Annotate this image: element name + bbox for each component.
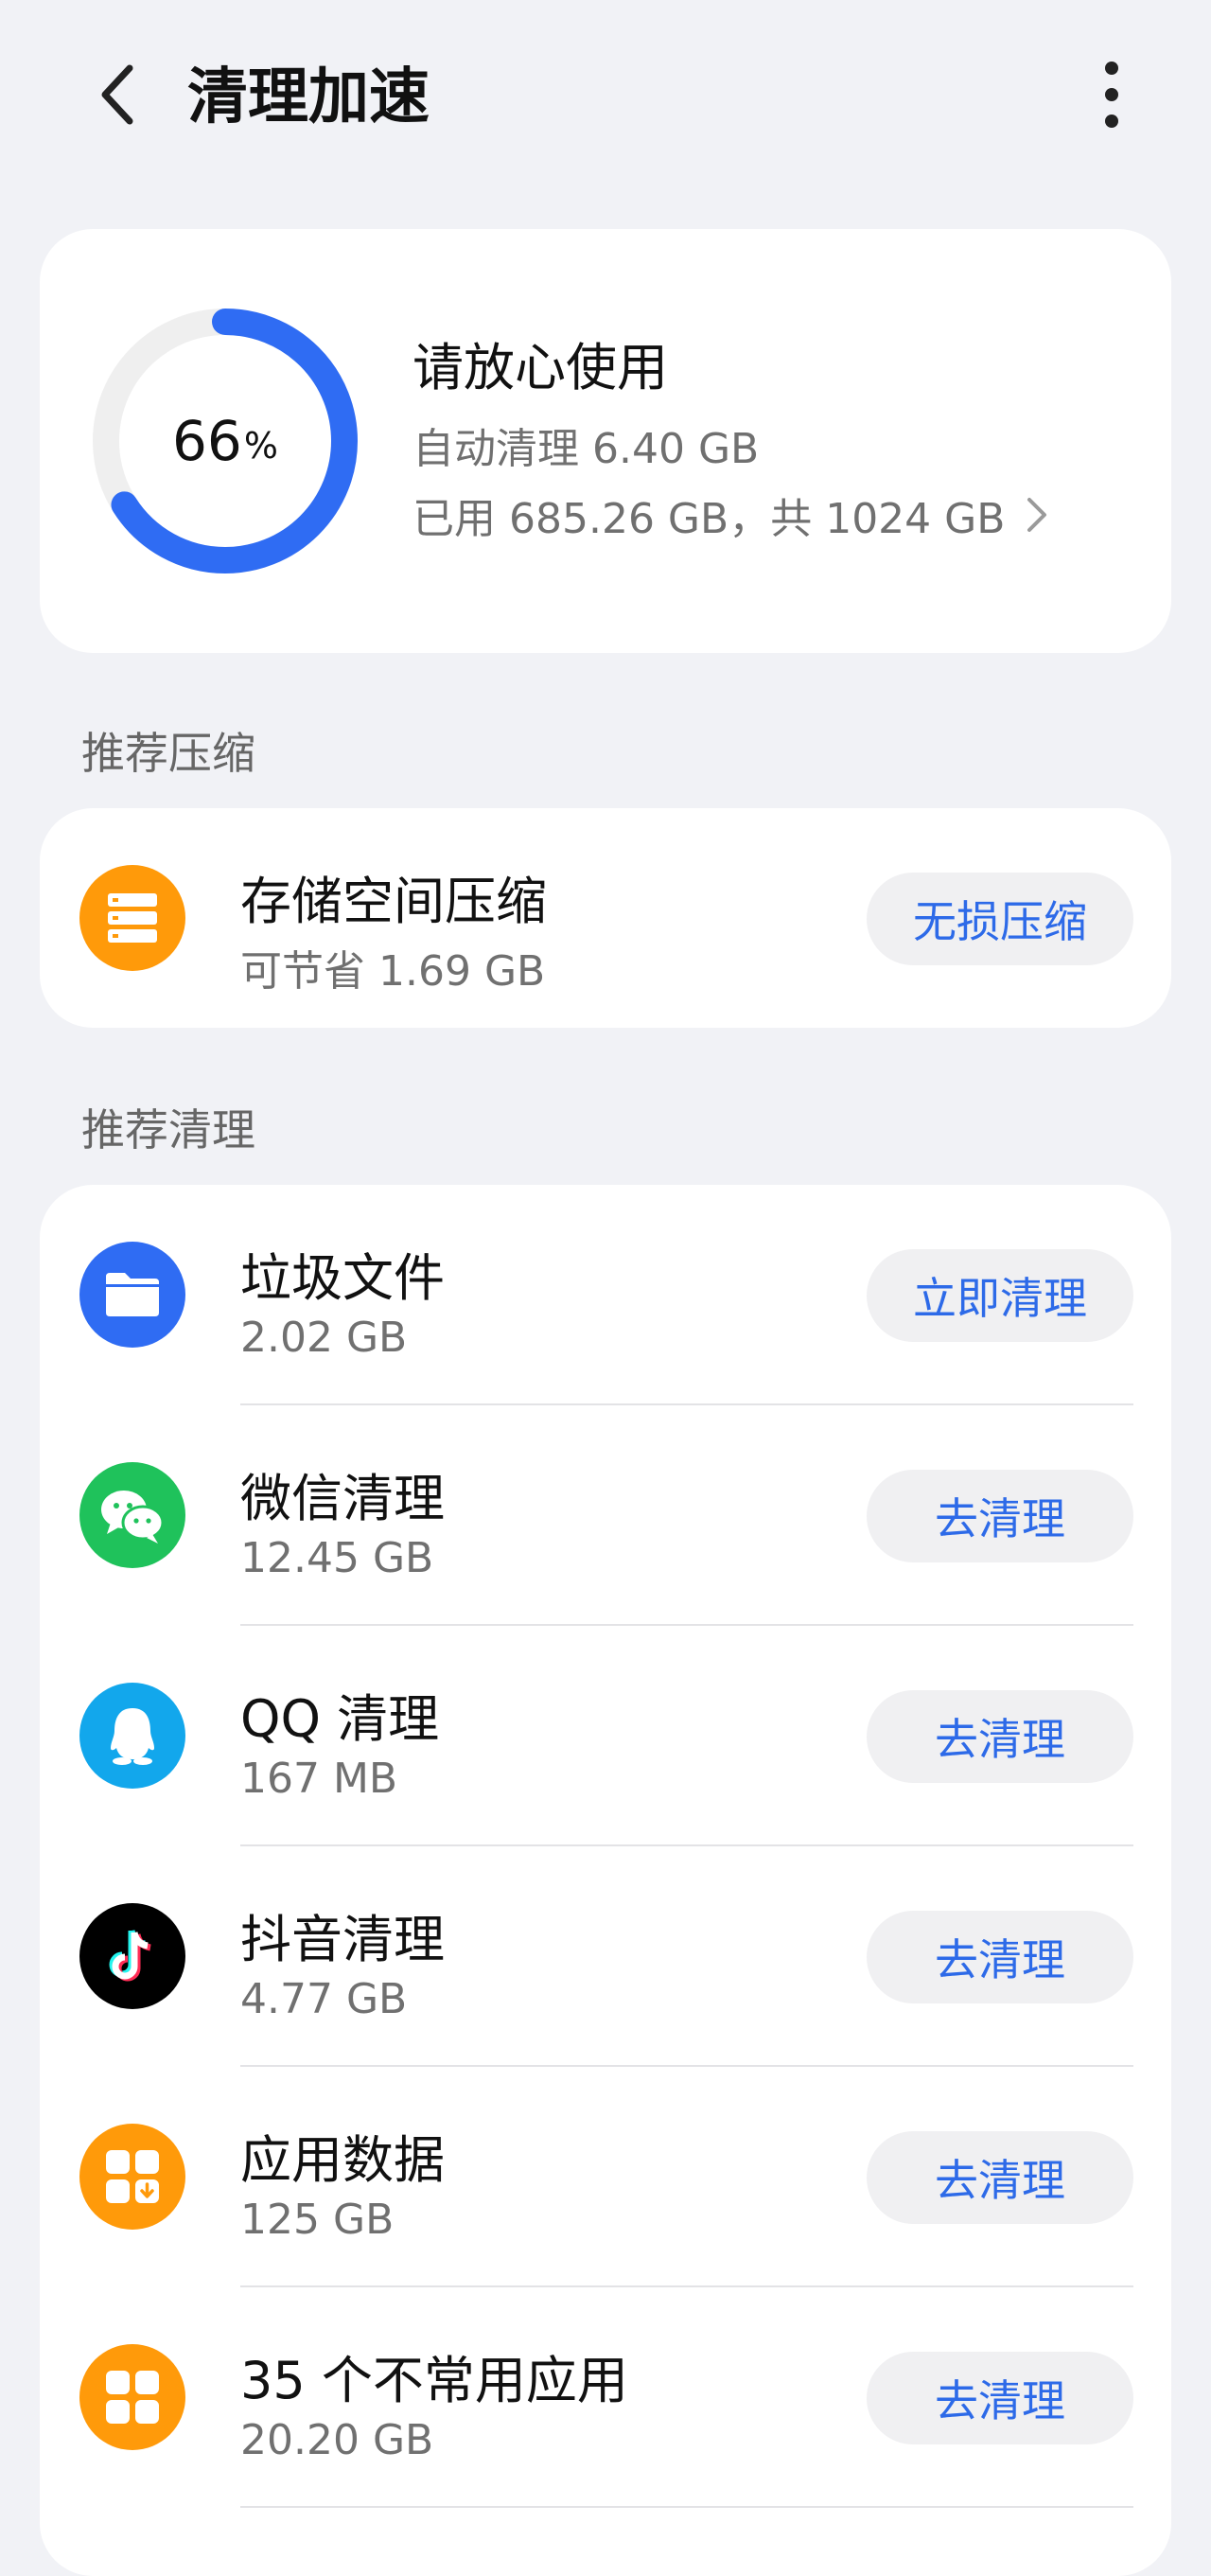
storage-status: 请放心使用 (412, 338, 668, 397)
row-title: 微信清理 (240, 1469, 445, 1528)
row-title: 35 个不常用应用 (240, 2351, 628, 2410)
back-arrow-icon (101, 64, 133, 125)
row-title: 应用数据 (240, 2130, 445, 2190)
section-title-compress: 推荐压缩 (81, 728, 255, 779)
storage-percent-value: 66 (172, 409, 242, 473)
list-item-wechat[interactable]: 微信清理 12.45 GB 去清理 (40, 1405, 1171, 1626)
more-options-button[interactable] (1079, 57, 1145, 132)
more-vertical-icon (1105, 62, 1118, 128)
list-item-app-data[interactable]: 应用数据 125 GB 去清理 (40, 2067, 1171, 2287)
storage-percent: 66% (91, 307, 360, 575)
qq-icon (79, 1683, 185, 1789)
chevron-right-icon (1026, 496, 1048, 534)
go-clean-button[interactable]: 去清理 (867, 1690, 1133, 1783)
compress-card: 存储空间压缩 可节省 1.69 GB 无损压缩 (40, 808, 1171, 1028)
storage-usage-link[interactable]: 已用 685.26 GB，共 1024 GB (412, 486, 1048, 543)
lossless-compress-button[interactable]: 无损压缩 (867, 873, 1133, 965)
list-item-douyin[interactable]: 抖音清理 4.77 GB 去清理 (40, 1846, 1171, 2067)
row-title: QQ 清理 (240, 1689, 440, 1749)
tiktok-icon (79, 1903, 185, 2009)
list-item-unused-apps[interactable]: 35 个不常用应用 20.20 GB 去清理 (40, 2287, 1171, 2508)
folder-icon (79, 1242, 185, 1348)
divider (240, 2506, 1133, 2508)
app-data-icon (79, 2124, 185, 2230)
storage-usage-text: 已用 685.26 GB，共 1024 GB (412, 495, 1006, 543)
list-item-junk-files[interactable]: 垃圾文件 2.02 GB 立即清理 (40, 1185, 1171, 1405)
row-title: 存储空间压缩 (240, 872, 547, 931)
header: 清理加速 (0, 0, 1211, 189)
list-item-qq[interactable]: QQ 清理 167 MB 去清理 (40, 1626, 1171, 1846)
auto-clean-text: 自动清理 6.40 GB (412, 425, 760, 473)
row-subtitle: 可节省 1.69 GB (240, 947, 546, 996)
apps-grid-icon (79, 2344, 185, 2450)
go-clean-button[interactable]: 去清理 (867, 2352, 1133, 2444)
row-size: 167 MB (240, 1755, 398, 1803)
row-size: 20.20 GB (240, 2416, 434, 2464)
go-clean-button[interactable]: 去清理 (867, 1470, 1133, 1562)
back-button[interactable] (85, 57, 151, 132)
row-size: 12.45 GB (240, 1534, 434, 1582)
row-size: 4.77 GB (240, 1975, 408, 2023)
row-title: 抖音清理 (240, 1910, 445, 1969)
storage-card[interactable]: 66% 请放心使用 自动清理 6.40 GB 已用 685.26 GB，共 10… (40, 229, 1171, 653)
page-title: 清理加速 (187, 62, 430, 132)
clean-now-button[interactable]: 立即清理 (867, 1249, 1133, 1342)
row-size: 125 GB (240, 2196, 395, 2244)
section-title-clean: 推荐清理 (81, 1104, 255, 1156)
row-size: 2.02 GB (240, 1314, 408, 1362)
storage-server-icon (79, 865, 185, 971)
row-title: 垃圾文件 (240, 1248, 445, 1308)
clean-list-card: 垃圾文件 2.02 GB 立即清理 微信清理 12.45 GB 去清理 QQ 清… (40, 1185, 1171, 2576)
wechat-icon (79, 1462, 185, 1568)
list-item-storage-compress[interactable]: 存储空间压缩 可节省 1.69 GB 无损压缩 (40, 808, 1171, 1028)
go-clean-button[interactable]: 去清理 (867, 2131, 1133, 2224)
storage-percent-sign: % (243, 425, 278, 467)
go-clean-button[interactable]: 去清理 (867, 1911, 1133, 2003)
